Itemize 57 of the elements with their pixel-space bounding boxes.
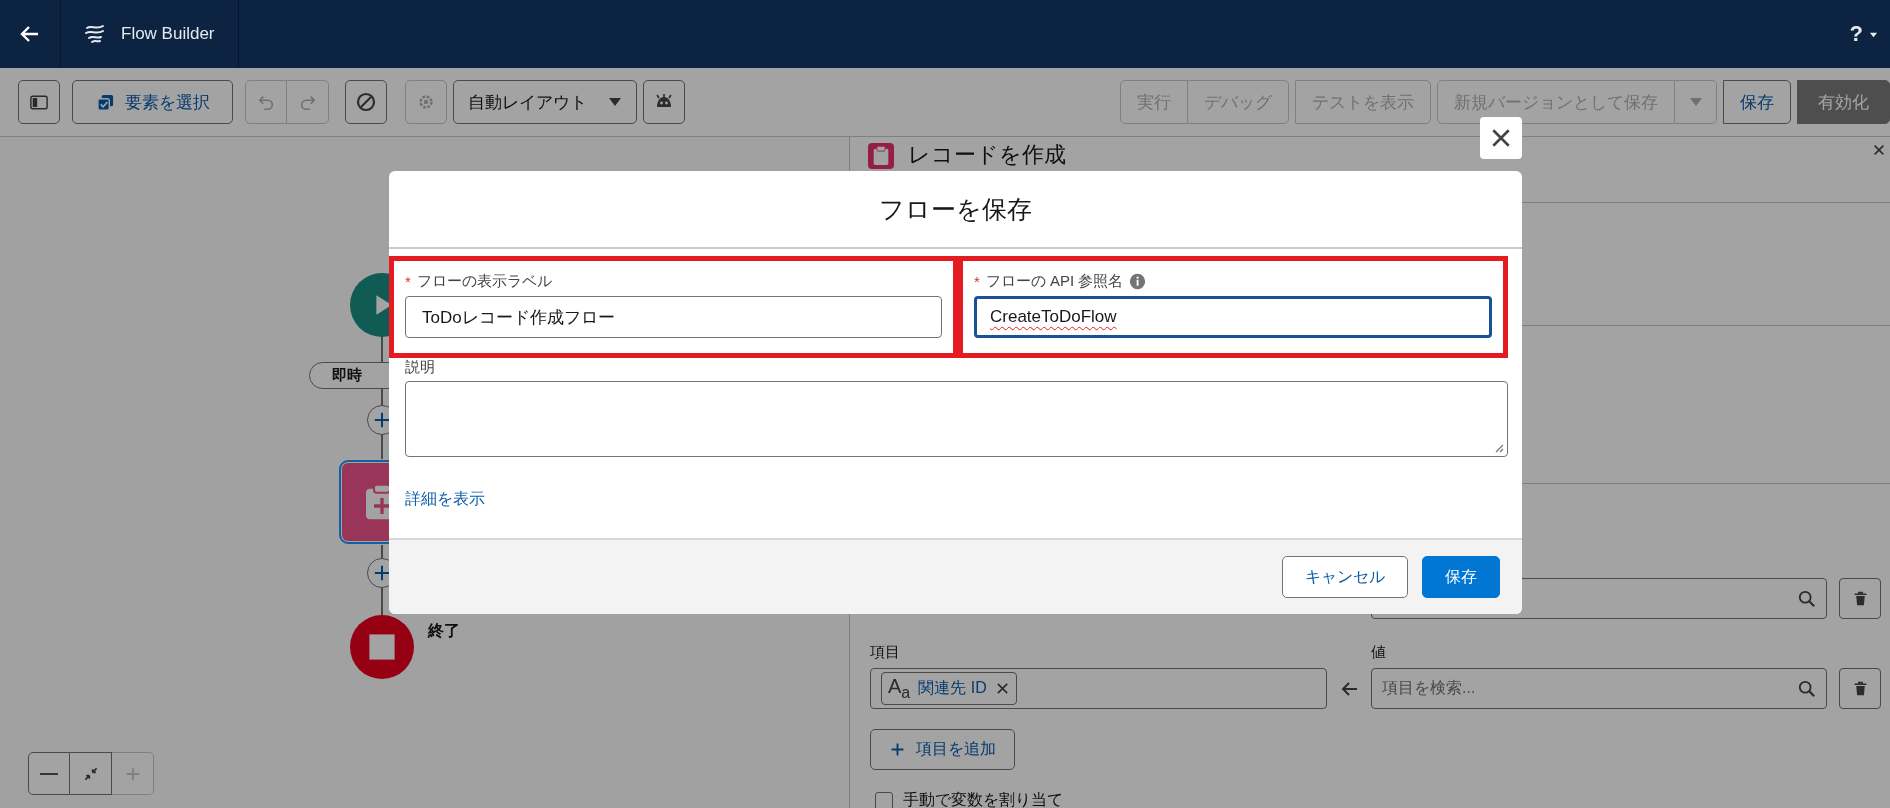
flow-logo-icon [83, 22, 107, 46]
fit-button[interactable] [70, 752, 112, 795]
search-icon [1798, 679, 1816, 698]
field-chip[interactable]: A$_{a}$ 関連先 ID [881, 672, 1017, 705]
field-input[interactable]: A$_{a}$ 関連先 ID [870, 668, 1327, 709]
end-label: 終了 [428, 621, 460, 641]
text-type-icon: A$_{a}$ [888, 675, 911, 702]
field-label: フローの API 参照名 [985, 271, 1124, 291]
required-mark: * [405, 272, 411, 290]
field-label: 項目 [870, 643, 901, 662]
panel-title: レコードを作成 [908, 143, 1067, 167]
resize-handle-icon [1494, 443, 1504, 453]
clipboard-icon [868, 143, 894, 169]
undo-icon [257, 93, 275, 111]
search-icon [1798, 589, 1816, 608]
shrink-icon [82, 765, 99, 782]
toolbar-button[interactable]: 保存 [1723, 80, 1791, 124]
ban-icon [356, 92, 376, 112]
remove-icon[interactable] [994, 681, 1010, 696]
panel-toggle-button[interactable] [18, 80, 60, 124]
zoom-out-button[interactable] [28, 752, 70, 795]
field-label: フローの表示ラベル [416, 271, 552, 291]
checkbox-label: 手動で変数を割り当て [903, 790, 1063, 808]
required-mark: * [974, 272, 980, 290]
show-details-link[interactable]: 詳細を表示 [405, 489, 485, 510]
panel-toggle-icon [30, 94, 48, 110]
text-field[interactable]: CreateToDoFlow [974, 296, 1492, 338]
text-field[interactable]: ToDoレコード作成フロー [405, 296, 942, 338]
field-label: 値 [1371, 643, 1387, 662]
close-button[interactable] [1480, 117, 1522, 159]
description-textarea[interactable] [405, 381, 1508, 457]
layout-dropdown[interactable]: 自動レイアウト [453, 80, 637, 124]
delete-button[interactable] [1839, 668, 1881, 709]
help-button[interactable]: ? [1849, 21, 1878, 47]
caret-icon [1688, 97, 1703, 107]
stacked-checkbox-icon [95, 92, 115, 112]
plus-icon [373, 564, 391, 582]
dialog-title: フローを保存 [879, 193, 1032, 225]
cancel-button[interactable]: キャンセル [1282, 556, 1408, 598]
close-icon [1490, 127, 1512, 149]
placeholder-text: 項目を検索... [1382, 678, 1477, 698]
close-icon[interactable] [1872, 143, 1886, 157]
settings-icon [417, 93, 435, 111]
clear-button[interactable] [345, 80, 387, 124]
select-elements-button[interactable]: 要素を選択 [72, 80, 233, 124]
plus-icon [889, 741, 906, 758]
debug-button[interactable] [643, 80, 685, 124]
plus-icon [373, 411, 391, 429]
caret-icon [608, 97, 622, 107]
delete-button[interactable] [1839, 578, 1881, 619]
stop-icon [368, 633, 396, 661]
redo-icon [298, 93, 317, 111]
add-field-button[interactable]: 項目を追加 [870, 729, 1015, 770]
value-search-field[interactable]: 項目を検索... [1371, 668, 1827, 709]
checkbox[interactable] [875, 791, 893, 808]
app-title: Flow Builder [121, 24, 215, 44]
save-button[interactable]: 保存 [1422, 556, 1500, 598]
